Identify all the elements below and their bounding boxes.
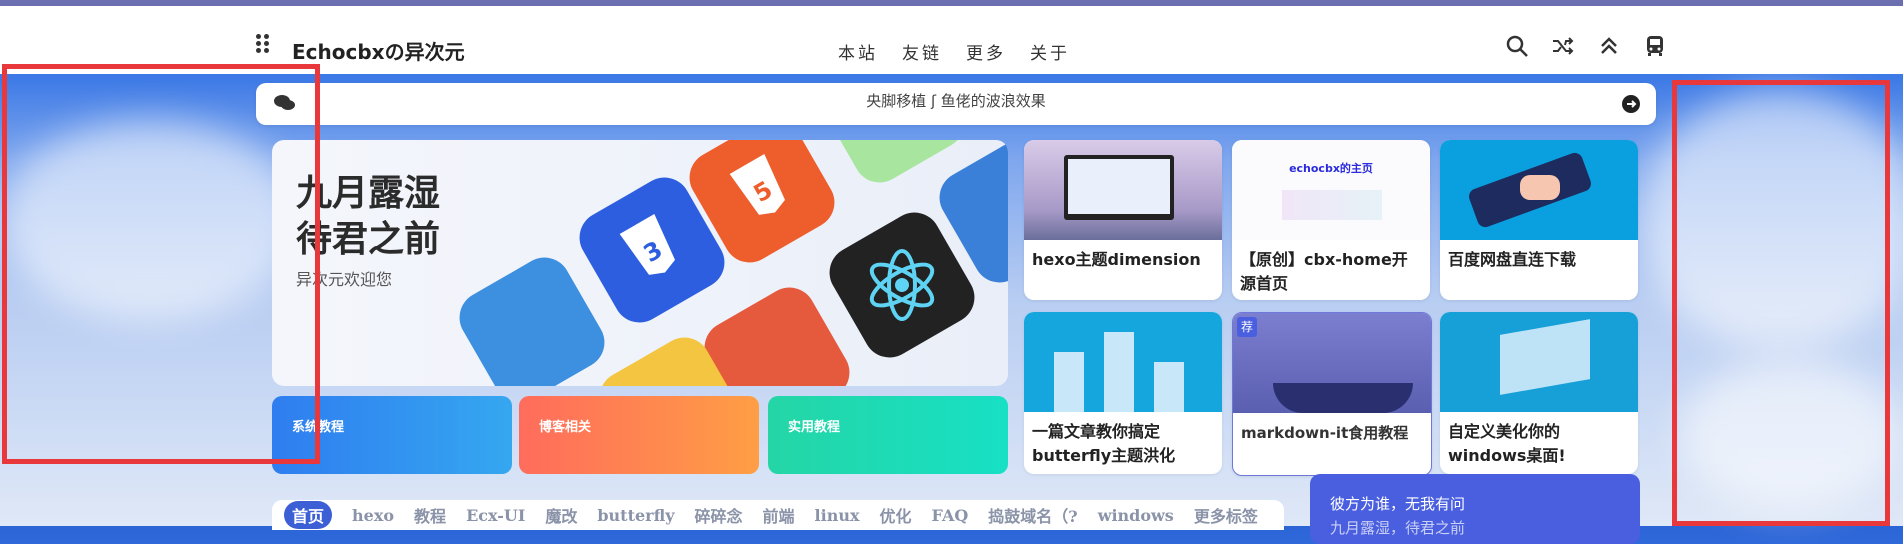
bulletin-bar[interactable]: 央脚移植 ʃ 鱼佬的波浪效果 — [256, 83, 1656, 125]
promo-line2: 九月露湿，待君之前 — [1330, 519, 1466, 537]
card-image: 荐 — [1233, 313, 1431, 413]
tag-item[interactable]: linux — [815, 506, 860, 525]
nav-item-home[interactable]: 本站 — [838, 39, 878, 64]
card-image: echocbx的主页 — [1232, 140, 1430, 240]
article-card[interactable]: hexo主题dimension — [1024, 140, 1222, 300]
article-card[interactable]: 一篇文章教你搞定butterfly主题洪化 — [1024, 312, 1222, 474]
card-title: hexo主题dimension — [1032, 250, 1201, 269]
menu-grid-icon[interactable] — [256, 34, 272, 54]
search-icon[interactable] — [1505, 34, 1529, 58]
random-icon[interactable] — [1551, 34, 1575, 58]
tag-item[interactable]: hexo — [352, 506, 394, 525]
card-image — [1440, 312, 1638, 412]
back-to-top-icon[interactable] — [1597, 34, 1621, 58]
recommend-badge: 荐 — [1237, 317, 1257, 337]
category-practical-tutorials[interactable]: 实用教程 — [768, 396, 1008, 474]
tag-item[interactable]: butterfly — [597, 506, 674, 525]
card-title: 百度网盘直连下载 — [1448, 250, 1577, 269]
tag-item[interactable]: FAQ — [932, 506, 969, 525]
git-logo-tile — [695, 278, 859, 386]
travel-icon[interactable] — [1643, 34, 1667, 58]
card-title: 【原创】cbx-home开源首页 — [1240, 250, 1408, 293]
kotlin-logo-tile — [450, 248, 614, 386]
header-icons — [1505, 34, 1667, 58]
tag-item[interactable]: 前端 — [763, 503, 795, 527]
card-image — [1440, 140, 1638, 240]
card-image — [1024, 312, 1222, 412]
card-title: 自定义美化你的windows桌面! — [1448, 422, 1566, 465]
nav-item-about[interactable]: 关于 — [1030, 39, 1070, 64]
card-title: markdown-it食用教程 — [1241, 424, 1409, 442]
article-card[interactable]: echocbx的主页 【原创】cbx-home开源首页 — [1232, 140, 1430, 300]
tag-more[interactable]: 更多标签 — [1194, 503, 1258, 527]
tag-item[interactable]: 魔改 — [545, 503, 577, 527]
bulletin-next-text — [256, 114, 1656, 122]
nav-item-friends[interactable]: 友链 — [902, 39, 942, 64]
category-blog[interactable]: 博客相关 — [519, 396, 759, 474]
highlight-box-left — [2, 64, 320, 464]
nav-item-more[interactable]: 更多 — [966, 39, 1006, 64]
card-image-caption: echocbx的主页 — [1289, 162, 1373, 175]
tag-item[interactable]: 碎碎念 — [695, 503, 743, 527]
tag-item[interactable]: 捣鼓域名（? — [988, 503, 1077, 527]
promo-line1: 彼方为谁，无我有问 — [1330, 495, 1466, 513]
tag-item[interactable]: Ecx-UI — [466, 506, 525, 525]
tag-item[interactable]: 优化 — [880, 503, 912, 527]
card-title: 一篇文章教你搞定butterfly主题洪化 — [1032, 422, 1176, 465]
promo-card[interactable]: 彼方为谁，无我有问 九月露湿，待君之前 — [1310, 474, 1640, 544]
hero-banner[interactable]: 3 5 九月露湿 待君之前 异次元欢迎您 — [272, 140, 1008, 386]
site-title[interactable]: Echocbxの异次元 — [292, 36, 465, 65]
highlight-box-right — [1672, 80, 1890, 526]
main-nav: 本站 友链 更多 关于 — [838, 39, 1070, 64]
tag-home[interactable]: 首页 — [284, 501, 333, 529]
card-image — [1024, 140, 1222, 240]
article-card[interactable]: 荐 markdown-it食用教程 — [1232, 312, 1432, 476]
tag-item[interactable]: 教程 — [414, 503, 446, 527]
tag-item[interactable]: windows — [1098, 506, 1174, 525]
article-card[interactable]: 自定义美化你的windows桌面! — [1440, 312, 1638, 474]
arrow-right-icon[interactable] — [1622, 95, 1640, 113]
bulletin-text: 央脚移植 ʃ 鱼佬的波浪效果 — [866, 92, 1046, 110]
article-card[interactable]: 百度网盘直连下载 — [1440, 140, 1638, 300]
